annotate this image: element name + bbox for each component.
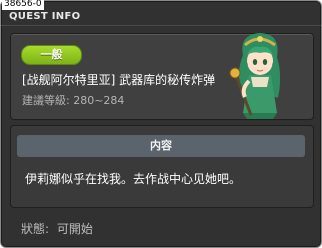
content-text: 伊莉娜似乎在找我。去作战中心见她吧。 — [25, 172, 242, 186]
recommended-level: 建議等級: 280~284 — [22, 94, 125, 107]
quest-content-card: 内容 伊莉娜似乎在找我。去作战中心见她吧。 — [10, 125, 314, 208]
quest-category-badge: 一般 — [21, 45, 82, 65]
npc-portrait-icon — [229, 33, 280, 119]
quest-name: [战舰阿尔特里亚] 武器库的秘传炸弹 — [22, 73, 216, 87]
quest-id-label: 38656-0 — [2, 0, 44, 10]
quest-info-window: 38656-0 QUEST INFO 一般 [战舰阿尔特里亚] 武器库的秘传炸弹… — [0, 0, 322, 248]
quest-status: 狀態: 可開始 — [21, 220, 93, 237]
status-label: 狀態: — [21, 222, 50, 236]
status-value: 可開始 — [56, 222, 93, 236]
content-header: 内容 — [17, 135, 305, 157]
title-bar[interactable]: 38656-0 QUEST INFO — [1, 0, 321, 26]
window-title: QUEST INFO — [9, 11, 81, 22]
